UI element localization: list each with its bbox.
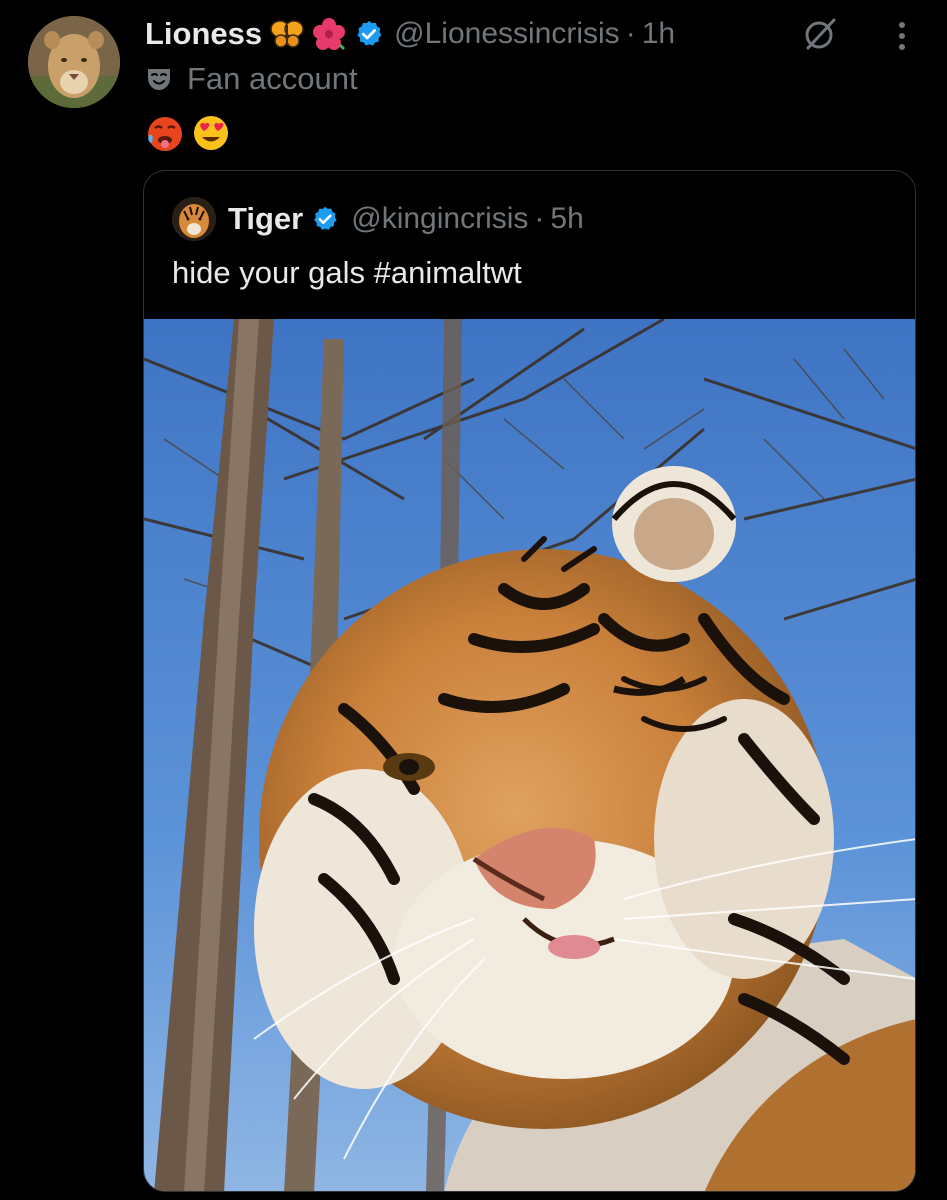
quoted-post-header: Tiger @kingincrisis · 5h	[172, 197, 584, 241]
butterfly-emoji	[270, 17, 304, 51]
post-text	[145, 110, 237, 156]
author-display-name[interactable]: Lioness	[145, 16, 262, 52]
quoted-post-timestamp[interactable]: 5h	[550, 202, 583, 236]
quoted-post-card[interactable]: Tiger @kingincrisis · 5h hide your gals …	[143, 170, 916, 1192]
verified-badge-icon[interactable]	[311, 205, 339, 233]
quoted-author-handle[interactable]: @kingincrisis	[351, 202, 528, 236]
hibiscus-emoji	[312, 17, 346, 51]
separator-dot: ·	[625, 17, 636, 50]
separator-dot: ·	[534, 202, 545, 235]
affiliation-label: Fan account	[187, 61, 358, 96]
hot-face-emoji	[145, 113, 185, 153]
affiliation-label-row: Fan account	[145, 60, 358, 98]
quoted-author-display-name[interactable]: Tiger	[228, 201, 303, 237]
quoted-post-text: hide your gals #animaltwt	[172, 255, 522, 290]
grok-icon[interactable]	[800, 16, 840, 52]
lioness-avatar[interactable]	[28, 16, 120, 108]
tiger-avatar[interactable]	[172, 197, 216, 241]
more-options-icon[interactable]	[884, 18, 920, 54]
verified-badge-icon[interactable]	[354, 19, 384, 49]
post-container[interactable]: Lioness @Lionessincrisis · 1h Fan accoun…	[0, 0, 947, 1200]
post-header: Lioness @Lionessincrisis · 1h	[145, 14, 675, 54]
tiger-photo[interactable]	[144, 319, 915, 1191]
post-timestamp[interactable]: 1h	[642, 17, 675, 51]
mask-icon	[145, 65, 173, 93]
author-handle[interactable]: @Lionessincrisis	[394, 17, 620, 51]
lioness-avatar-image	[28, 16, 120, 108]
heart-eyes-emoji	[191, 113, 231, 153]
